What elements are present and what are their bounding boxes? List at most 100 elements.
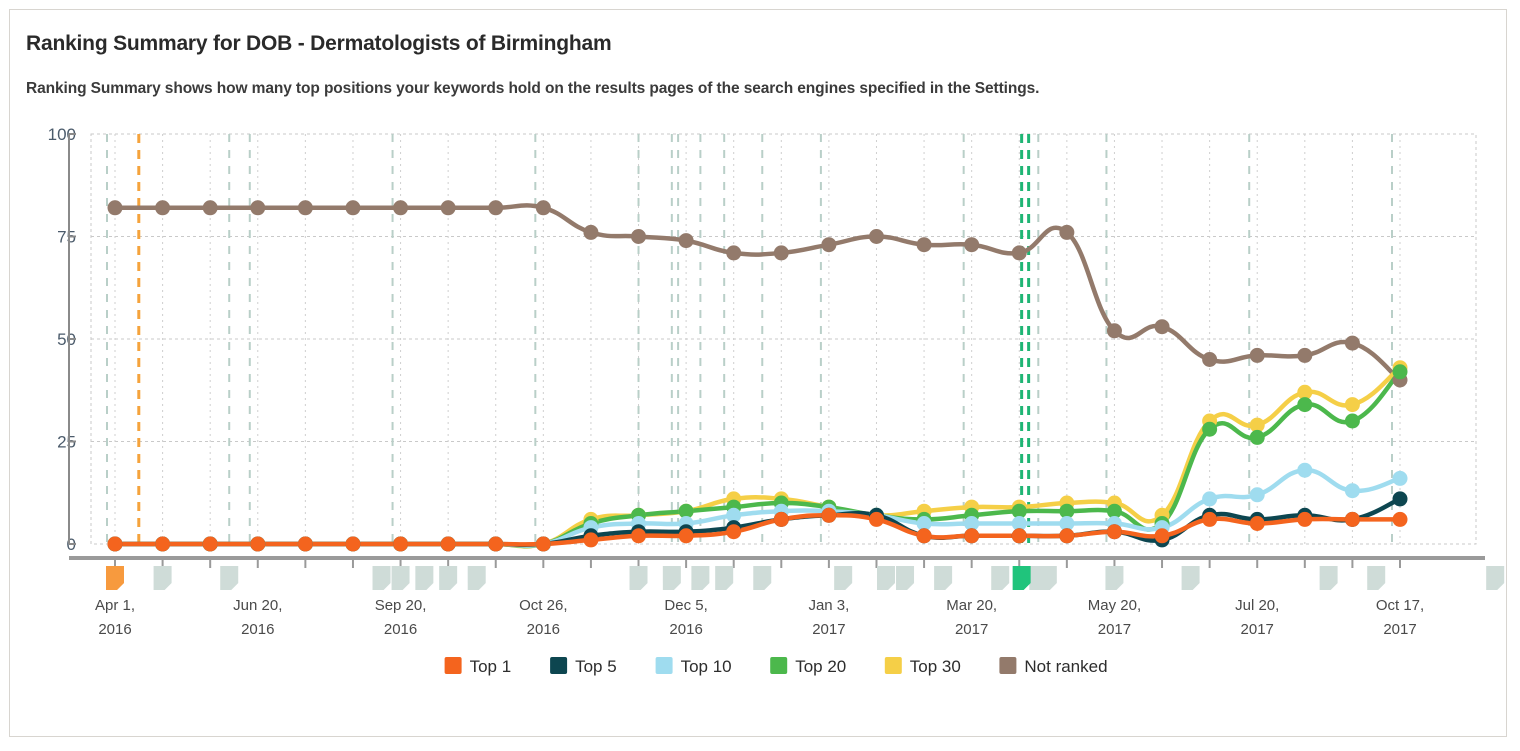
data-point (726, 524, 742, 540)
note-marker-body[interactable] (991, 566, 1010, 590)
note-marker-icon[interactable] (629, 566, 648, 590)
note-marker-icon[interactable] (1486, 566, 1505, 590)
note-marker-body[interactable] (834, 566, 853, 590)
data-point (1154, 528, 1170, 544)
note-marker-body[interactable] (629, 566, 648, 590)
note-marker-icon[interactable] (877, 566, 895, 590)
note-marker-body[interactable] (662, 566, 681, 590)
x-axis-tick-label: Jun 20, (233, 597, 282, 614)
data-point (1202, 491, 1218, 507)
legend-item-top-1[interactable]: Top 1 (444, 657, 512, 676)
legend-item-top-5[interactable]: Top 5 (550, 657, 617, 676)
note-marker-body[interactable] (467, 566, 486, 590)
note-marker-icon[interactable] (1012, 566, 1031, 590)
data-point (1297, 511, 1313, 527)
note-marker-body[interactable] (715, 566, 734, 590)
note-marker-body[interactable] (391, 566, 410, 590)
legend-item-top-20[interactable]: Top 20 (770, 657, 846, 676)
note-marker-icon[interactable] (1367, 566, 1386, 590)
note-marker-icon[interactable] (691, 566, 710, 590)
note-marker-fold (1330, 583, 1338, 590)
note-marker-fold (673, 583, 681, 590)
note-marker-icon[interactable] (991, 566, 1010, 590)
legend-label: Top 10 (681, 657, 732, 676)
data-point (1154, 319, 1170, 335)
note-marker-icon[interactable] (391, 566, 410, 590)
legend-item-top-30[interactable]: Top 30 (884, 657, 961, 676)
legend-swatch (770, 657, 788, 674)
note-marker-body[interactable] (934, 566, 953, 590)
note-marker-icon[interactable] (153, 566, 172, 590)
note-marker-icon[interactable] (934, 566, 953, 590)
note-marker-body[interactable] (753, 566, 772, 590)
note-marker-body[interactable] (1181, 566, 1200, 590)
note-marker-icon[interactable] (1105, 566, 1124, 590)
data-point (345, 536, 361, 552)
data-point (916, 528, 932, 544)
note-marker-fold (945, 583, 953, 590)
data-point (1344, 413, 1360, 429)
note-marker-icon[interactable] (834, 566, 853, 590)
x-axis-tick-label-year: 2016 (241, 621, 274, 638)
note-marker-body[interactable] (439, 566, 458, 590)
note-marker-icon[interactable] (372, 566, 391, 590)
legend-item-not-ranked[interactable]: Not ranked (999, 657, 1108, 676)
data-point (155, 536, 171, 552)
note-marker-icon[interactable] (1181, 566, 1200, 590)
legend-item-top-10[interactable]: Top 10 (655, 657, 732, 676)
x-axis-tick-label: May 20, (1088, 597, 1141, 614)
note-marker-fold (1378, 583, 1386, 590)
note-marker-body[interactable] (1105, 566, 1124, 590)
data-point (107, 536, 123, 552)
data-point (297, 536, 313, 552)
note-marker-fold (450, 583, 458, 590)
data-point (1297, 462, 1313, 478)
data-point (726, 245, 742, 261)
data-point (440, 200, 456, 216)
note-marker-body[interactable] (372, 566, 391, 590)
data-point (1344, 397, 1360, 413)
note-marker-body[interactable] (691, 566, 710, 590)
note-marker-icon[interactable] (415, 566, 434, 590)
note-marker-icon[interactable] (106, 566, 124, 590)
legend-swatch (884, 657, 902, 674)
data-point (821, 507, 837, 523)
legend-label: Not ranked (1024, 657, 1107, 676)
note-marker-body[interactable] (1038, 566, 1057, 590)
note-marker-body[interactable] (415, 566, 434, 590)
note-marker-body[interactable] (106, 566, 124, 590)
note-marker-body[interactable] (1319, 566, 1338, 590)
note-marker-icon[interactable] (1038, 566, 1057, 590)
note-marker-fold (726, 583, 734, 590)
x-axis-tick-label-year: 2016 (384, 621, 417, 638)
note-marker-icon[interactable] (467, 566, 486, 590)
data-point (1202, 511, 1218, 527)
note-marker-icon[interactable] (715, 566, 734, 590)
x-axis-tick-label-year: 2016 (669, 621, 702, 638)
x-axis-tick-label-year: 2016 (527, 621, 560, 638)
note-marker-icon[interactable] (439, 566, 458, 590)
data-point (535, 200, 551, 216)
note-marker-icon[interactable] (220, 566, 239, 590)
note-marker-body[interactable] (877, 566, 895, 590)
note-marker-body[interactable] (1486, 566, 1505, 590)
chart-svg: 0255075100Apr 1,2016Jun 20,2016Sep 20,20… (48, 125, 1505, 676)
x-axis-tick-label: Jan 3, (808, 597, 849, 614)
data-point (393, 536, 409, 552)
note-marker-body[interactable] (1012, 566, 1031, 590)
ranking-summary-chart[interactable]: 0255075100Apr 1,2016Jun 20,2016Sep 20,20… (10, 10, 1508, 738)
data-point (773, 511, 789, 527)
note-marker-body[interactable] (153, 566, 172, 590)
note-marker-fold (164, 583, 172, 590)
note-marker-fold (702, 583, 710, 590)
data-point (297, 200, 313, 216)
data-point (1297, 347, 1313, 363)
note-marker-body[interactable] (1367, 566, 1386, 590)
note-marker-icon[interactable] (662, 566, 681, 590)
data-point (1106, 323, 1122, 339)
note-marker-icon[interactable] (1319, 566, 1338, 590)
note-marker-icon[interactable] (896, 566, 915, 590)
note-marker-body[interactable] (220, 566, 239, 590)
note-marker-icon[interactable] (753, 566, 772, 590)
note-marker-body[interactable] (896, 566, 915, 590)
